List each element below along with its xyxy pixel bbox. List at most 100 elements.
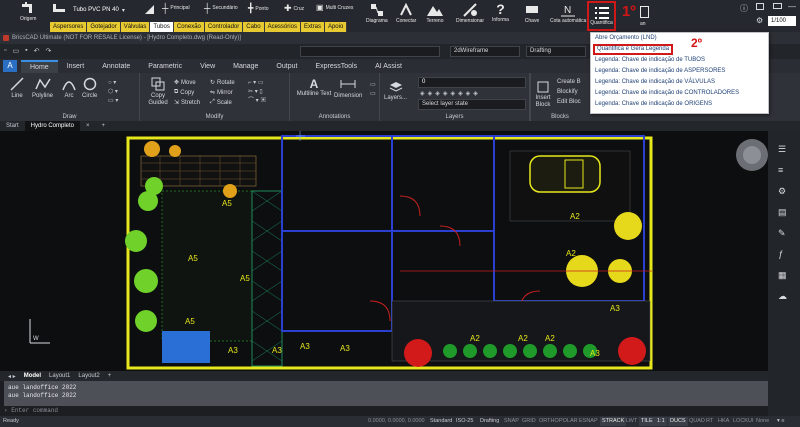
tab-cabo[interactable]: Cabo (243, 22, 265, 32)
layout-nav-icon[interactable]: ◂ ▸ (4, 373, 20, 380)
tab-apoio[interactable]: Apoio (324, 22, 348, 32)
diagrama-button[interactable]: Diagrama (366, 2, 388, 24)
workspace-status[interactable]: Drafting (480, 416, 499, 427)
copy-button[interactable]: ⧉ Copy (174, 89, 194, 96)
draw-extra-icons[interactable]: ○ ▾ ⬡ ▾ ▭ ▾ (108, 79, 118, 106)
rotate-button[interactable]: ↻ Rotate (210, 79, 235, 87)
window-icon[interactable] (756, 3, 764, 10)
layer-tool-icons[interactable]: ◈◈◈◈◈◈◈◈ (420, 90, 481, 97)
secundario-button[interactable]: ┼ Secundário (204, 3, 238, 13)
dimension-button[interactable]: Dimension (334, 77, 362, 99)
tab-valvulas[interactable]: Válvulas (120, 22, 151, 32)
style-icon[interactable] (145, 5, 154, 14)
scale-button[interactable]: ⤢ Scale (210, 99, 232, 106)
menu-item-legenda-valvulas[interactable]: Legenda: Chave de indicação de VÁLVULAS (595, 78, 715, 87)
drawing-canvas[interactable]: A5 A5 A5 A5 A2 A2 A2 A2 A2 A3 A3 A3 A3 A… (0, 131, 768, 371)
snap-toggle[interactable]: SNAP (502, 417, 521, 426)
doc-tab-start[interactable]: Start (0, 121, 25, 131)
line-button[interactable]: Line (10, 77, 24, 99)
tab-layout1[interactable]: Layout1 (45, 373, 74, 379)
workspace-combo[interactable]: Drafting (526, 46, 586, 57)
modify-extra-icons[interactable]: ⌐ ▾ ▭ ✂ ▾ ▯ ⌒ ▾ ▣ (248, 79, 266, 106)
menu-item-legenda-tubos[interactable]: Legenda: Chave de indicação de TUBOS (595, 56, 705, 65)
tab-ai-assist[interactable]: AI Assist (366, 63, 411, 70)
principal-button[interactable]: ┼ Principal (162, 3, 190, 13)
tab-acessorios[interactable]: Acessórios (264, 22, 301, 32)
terreno-button[interactable]: Terreno (426, 2, 444, 24)
settings-panel-icon[interactable]: ⚙ (778, 181, 787, 202)
tab-model[interactable]: Model (20, 373, 45, 379)
scale-field[interactable]: 1/100 (768, 16, 796, 26)
visual-style-combo[interactable]: 2dWireframe (450, 46, 520, 57)
tab-extras[interactable]: Extras (300, 22, 325, 32)
gear-icon[interactable]: ⚙ (756, 16, 763, 25)
properties-icon[interactable]: ☰ (778, 139, 787, 160)
tab-gotejador[interactable]: Gotejador (87, 22, 121, 32)
circle-button[interactable]: Circle (82, 77, 97, 99)
dim-style[interactable]: ISO-25 (456, 416, 473, 427)
redo-icon[interactable]: ↷ (45, 47, 51, 55)
open-icon[interactable]: ▭ (12, 47, 19, 55)
tile-toggle[interactable]: TILE (639, 417, 655, 426)
mirror-button[interactable]: ⇋ Mirror (210, 89, 233, 97)
stretch-button[interactable]: ⇲ Stretch (174, 99, 200, 107)
cruz-button[interactable]: ✚ Cruz (284, 3, 304, 14)
monitor-icon[interactable] (773, 3, 782, 9)
tab-layout2[interactable]: Layout2 (74, 373, 103, 379)
arc-button[interactable]: Arc (62, 77, 76, 99)
ducs-toggle[interactable]: DUCS (668, 417, 688, 426)
doc-tab-hydro[interactable]: Hydro Completo (24, 121, 81, 131)
library-icon[interactable]: ▤ (778, 202, 787, 223)
menu-item-legenda-origens[interactable]: Legenda: Chave de indicação de ORIGENS (595, 100, 712, 109)
menu-item-quantifica-gera-legenda[interactable]: Quantifica e Gera Legenda (593, 44, 674, 55)
help-icon[interactable]: ⓘ (740, 3, 748, 14)
blocks-panel-icon[interactable]: ▦ (778, 265, 787, 286)
scale-toggle[interactable]: 1:1 (655, 417, 667, 426)
dimensionar-button[interactable]: Dimensionar (456, 2, 484, 24)
layer-quick-combo[interactable] (300, 46, 440, 57)
edit-block-button[interactable]: Edit Bloc (557, 99, 581, 105)
chave-button[interactable]: Chave (524, 2, 540, 24)
tab-tubos[interactable]: Tubos (150, 22, 174, 32)
tab-manage[interactable]: Manage (224, 63, 267, 70)
origem-button[interactable]: Origem (20, 2, 36, 22)
app-menu-button[interactable]: A (3, 60, 17, 72)
tab-expresstools[interactable]: ExpressTools (306, 63, 366, 70)
conectar-button[interactable]: Conectar (396, 2, 416, 24)
tab-annotate[interactable]: Annotate (93, 63, 139, 70)
insert-block-button[interactable]: Insert Block (532, 81, 554, 109)
grid-toggle[interactable]: GRID (520, 417, 538, 426)
menu-item-abre-orcamento[interactable]: Abre Orçamento (LND) (595, 34, 657, 43)
tab-home[interactable]: Home (21, 59, 58, 73)
blockify-button[interactable]: Blockify (557, 89, 578, 95)
layers-button[interactable]: Layers... (384, 81, 407, 101)
annotation-extra-icons[interactable]: ▭ ▭ (370, 81, 376, 99)
close-tab-icon[interactable]: × (80, 121, 96, 131)
tab-parametric[interactable]: Parametric (139, 63, 191, 70)
lwt-toggle[interactable]: LWT (624, 417, 639, 426)
strack-toggle[interactable]: STRACK (600, 417, 627, 426)
tab-output[interactable]: Output (267, 63, 306, 70)
layer-state-combo[interactable]: Select layer state (418, 99, 526, 110)
cloud-upload-icon[interactable]: ☁ (778, 286, 787, 307)
informa-button[interactable]: ? Informa (492, 1, 509, 23)
lockui-toggle[interactable]: LOCKUI (731, 417, 755, 426)
undo-icon[interactable]: ↶ (34, 47, 40, 55)
multi-cruzes-button[interactable]: ▣ Multi Cruzes (316, 3, 353, 12)
minimize-icon[interactable]: — (788, 2, 796, 11)
tab-insert[interactable]: Insert (58, 63, 94, 70)
status-menu-icon[interactable]: ▾ ≡ (777, 416, 785, 427)
layer-combo[interactable]: 0 (418, 77, 526, 88)
new-icon[interactable]: ▫ (4, 47, 6, 55)
polyline-button[interactable]: Polyline (32, 77, 53, 99)
add-layout-icon[interactable]: + (104, 373, 116, 379)
save-icon[interactable]: ▪ (25, 47, 27, 55)
move-button[interactable]: ✥ Move (174, 79, 196, 87)
create-block-button[interactable]: Create B (557, 79, 581, 85)
cota-automatica-button[interactable]: N Cota automática (550, 2, 586, 24)
command-line[interactable]: › Enter command (0, 406, 768, 416)
pipe-combo[interactable]: Tubo PVC PN 40 ▾ (52, 3, 125, 17)
layers-panel-icon[interactable]: ≡ (778, 160, 787, 181)
mtext-button[interactable]: A Multiline Text (296, 77, 332, 98)
tab-controlador[interactable]: Controlador (204, 22, 244, 32)
